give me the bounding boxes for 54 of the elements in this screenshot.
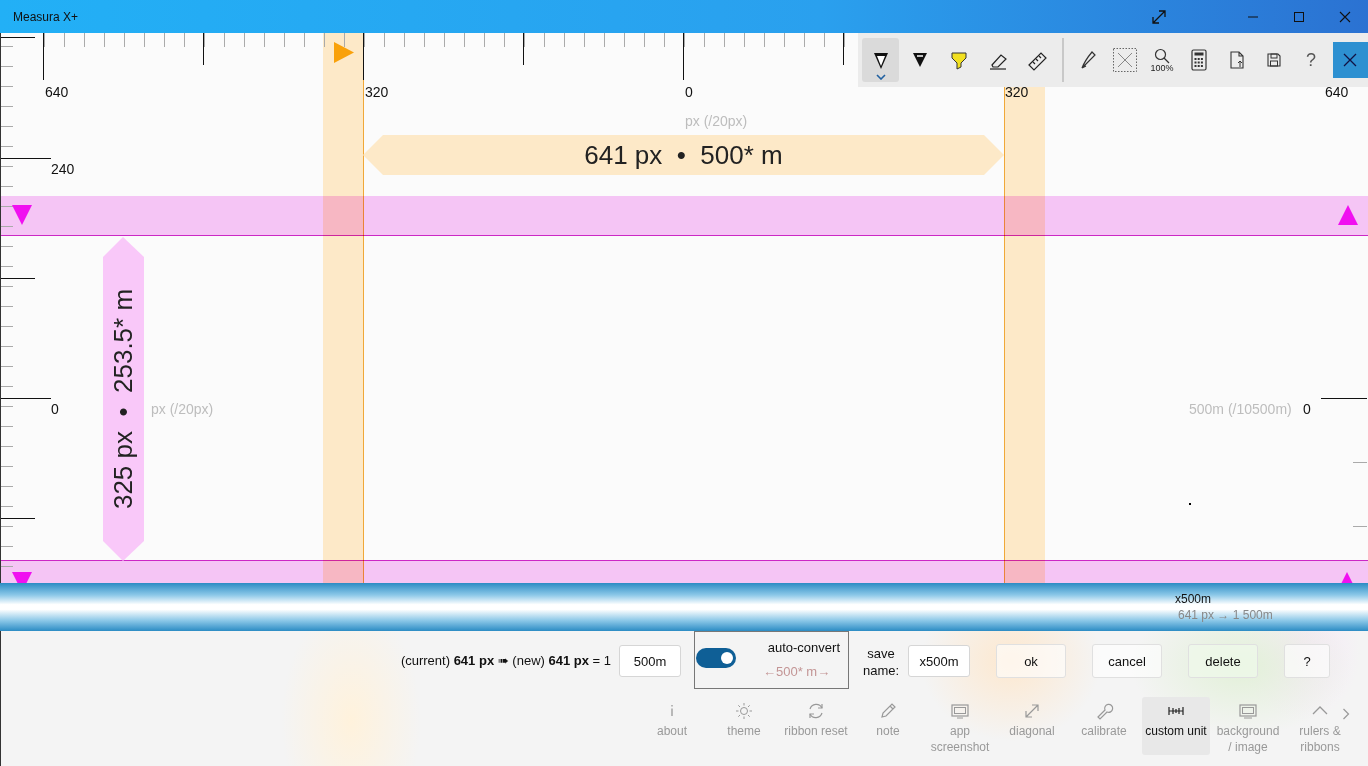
help-button[interactable]: ? — [1293, 38, 1329, 82]
info-icon — [670, 705, 674, 716]
ruler-label: 640 — [1325, 84, 1349, 100]
save-name-field[interactable]: x500m — [908, 645, 970, 677]
measurement-label: 641 px • 500* m — [363, 135, 1004, 175]
close-toolbar-button[interactable] — [1332, 42, 1368, 78]
save-icon — [1266, 53, 1281, 67]
delete-button[interactable]: delete — [1188, 644, 1258, 678]
maximize-icon — [1293, 10, 1305, 23]
triangle-handle[interactable] — [12, 205, 32, 225]
unit-caption: px (/20px) — [151, 401, 214, 417]
screenshot-icon — [950, 701, 970, 721]
toggle-label: auto-convert — [767, 639, 840, 655]
help-button[interactable]: ? — [1284, 644, 1330, 678]
note-icon — [878, 701, 898, 721]
unit-caption: px (/20px) — [685, 113, 748, 129]
unit-conversion: 641 px → 1 500m — [1178, 608, 1273, 622]
close-icon — [1343, 53, 1358, 67]
field-label: save name: — [861, 645, 901, 679]
background-icon — [1238, 701, 1258, 721]
unit-value-field[interactable]: 500m — [619, 645, 681, 677]
chevron-right-icon — [1342, 708, 1350, 720]
ruler-label: 0 — [1303, 401, 1311, 417]
unit-name: x500m — [1175, 592, 1212, 606]
ok-button[interactable]: ok — [996, 644, 1066, 678]
conversion-formula: (current) 641 px ➠ (new) 641 px = 1 — [400, 653, 611, 668]
reset-icon — [806, 701, 826, 721]
ruler-label: 640 — [45, 84, 69, 100]
triangle-handle[interactable] — [12, 572, 32, 583]
chevron-down-icon — [875, 74, 886, 80]
ruler-label: 240 — [51, 161, 75, 177]
diagonal-icon — [1022, 701, 1042, 721]
ruler-label: 320 — [365, 84, 389, 100]
triangle-handle[interactable] — [334, 42, 354, 63]
calculator-icon — [1190, 49, 1209, 71]
ruler-label: 0 — [51, 401, 59, 417]
close-icon — [1339, 10, 1351, 23]
zoom-button[interactable]: 100% — [1144, 38, 1180, 82]
conversion-preview: ←500* m→ — [763, 663, 831, 679]
triangle-handle[interactable] — [1338, 205, 1358, 225]
crop-frame-icon — [1111, 47, 1138, 73]
search-icon — [1154, 47, 1171, 64]
pen-tool[interactable] — [862, 38, 900, 82]
toggle-switch[interactable] — [696, 648, 736, 668]
resize-icon[interactable] — [1150, 7, 1168, 26]
ruler-label: 0 — [685, 84, 693, 100]
window-title: Measura X+ — [13, 9, 80, 24]
ribbon-item[interactable]: custom unit — [1142, 697, 1210, 755]
cancel-button[interactable]: cancel — [1092, 644, 1162, 678]
measurement-label: 325 px • 253.5* m — [103, 237, 144, 561]
theme-icon — [734, 701, 754, 721]
ruler-label: 320 — [1005, 84, 1029, 100]
unit-caption: 500m (/10500m) — [1189, 401, 1292, 417]
document-arrow-icon — [1228, 51, 1245, 69]
